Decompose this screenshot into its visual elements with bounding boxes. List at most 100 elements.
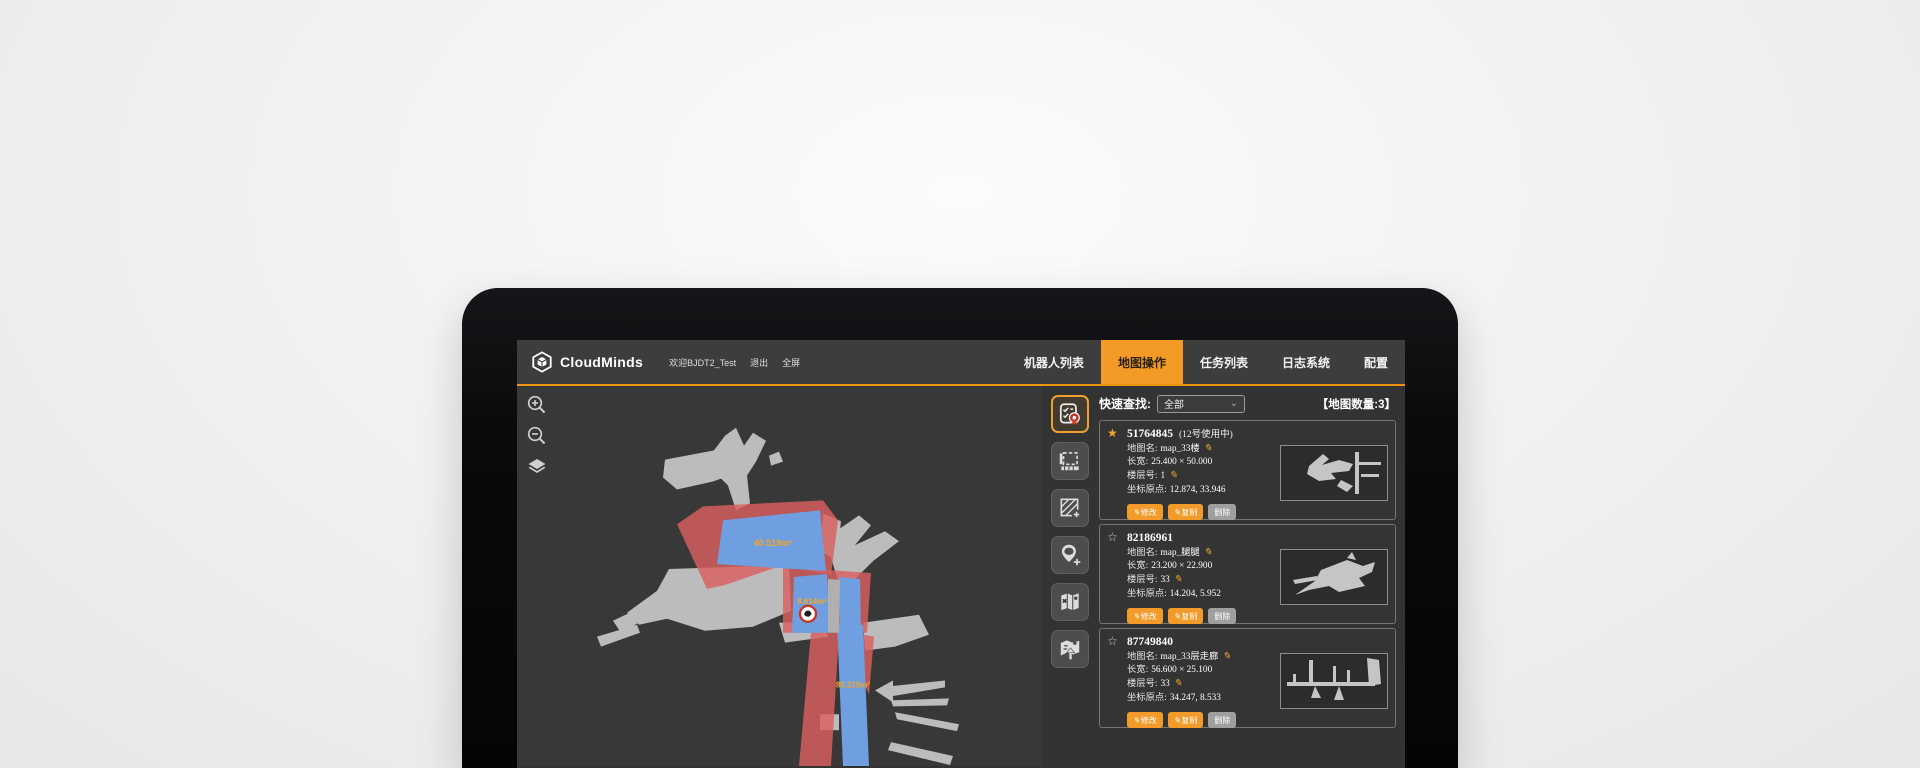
star-icon[interactable]: ☆ <box>1107 530 1121 545</box>
field-label: 地图名: <box>1127 547 1157 560</box>
cloudminds-logo-icon <box>531 351 553 373</box>
map-id: 87749840 <box>1127 636 1173 648</box>
floor-number-value: 33 <box>1160 678 1169 691</box>
main-nav: 机器人列表 地图操作 任务列表 日志系统 配置 <box>1007 340 1405 384</box>
delete-map-button[interactable]: 删除 <box>1208 712 1236 728</box>
field-label: 地图名: <box>1127 651 1157 664</box>
edit-icon: ✎ <box>1133 508 1140 517</box>
map-id: 82186961 <box>1127 532 1173 544</box>
area-label-2: 8.614m² <box>797 597 827 606</box>
robot-marker[interactable] <box>800 606 816 622</box>
modify-map-button[interactable]: ✎修改 <box>1127 504 1163 520</box>
toolbar-add-hatch-region-button[interactable] <box>1051 489 1089 527</box>
tab-task-list[interactable]: 任务列表 <box>1183 340 1265 384</box>
floor-number-value: 1 <box>1160 470 1165 483</box>
quick-search-label: 快速查找: <box>1099 395 1151 412</box>
map-name-value: map_33楼 <box>1160 443 1199 456</box>
edit-icon[interactable]: ✎ <box>1204 546 1212 559</box>
field-label: 坐标原点: <box>1127 484 1167 497</box>
header-bar: CloudMinds 欢迎BJDT2_Test 退出 全屏 机器人列表 地图操作… <box>517 340 1405 386</box>
map-count-label: 【地图数量:3】 <box>1317 396 1396 412</box>
add-point-icon <box>1057 542 1083 568</box>
toolbar-upload-map-button[interactable] <box>1051 630 1089 668</box>
edit-icon[interactable]: ✎ <box>1204 442 1212 455</box>
map-name-value: map_腿腿 <box>1160 547 1199 560</box>
edit-icon: ✎ <box>1133 716 1140 725</box>
logout-link[interactable]: 退出 <box>750 356 768 369</box>
map-id: 51764845 <box>1127 428 1173 440</box>
zoom-in-button[interactable] <box>526 394 548 416</box>
map-card-1: ★ 51764845 (12号使用中) 地图名:map_33楼✎ 长宽:25.4… <box>1099 420 1396 520</box>
tab-robot-list[interactable]: 机器人列表 <box>1007 340 1101 384</box>
map-size-value: 23.200 × 22.900 <box>1151 560 1212 573</box>
origin-value: 12.874, 33.946 <box>1170 484 1226 497</box>
map-thumbnail[interactable] <box>1280 445 1388 501</box>
tab-configuration[interactable]: 配置 <box>1347 340 1405 384</box>
modify-map-button[interactable]: ✎修改 <box>1127 608 1163 624</box>
remove-map-point-icon <box>1057 589 1083 615</box>
field-label: 坐标原点: <box>1127 588 1167 601</box>
map-size-value: 25.400 × 50.000 <box>1151 456 1212 469</box>
task-route-map-icon <box>1057 401 1083 427</box>
edit-icon: ✎ <box>1174 716 1181 725</box>
area-label-3: 80.215m² <box>836 680 871 689</box>
star-icon[interactable]: ☆ <box>1107 634 1121 649</box>
edit-icon[interactable]: ✎ <box>1169 469 1177 482</box>
edit-icon: ✎ <box>1174 612 1181 621</box>
toolbar-add-point-button[interactable] <box>1051 536 1089 574</box>
map-canvas[interactable]: 40.519m² 8.614m² 80.215m² <box>517 386 1043 766</box>
upload-map-icon <box>1057 636 1083 662</box>
tab-map-operations[interactable]: 地图操作 <box>1101 340 1183 384</box>
edit-icon: ✎ <box>1174 508 1181 517</box>
welcome-text: 欢迎BJDT2_Test <box>669 356 736 369</box>
field-label: 地图名: <box>1127 443 1157 456</box>
edit-icon[interactable]: ✎ <box>1222 650 1230 663</box>
field-label: 长宽: <box>1127 560 1148 573</box>
map-zoom-controls <box>526 394 548 478</box>
area-label-1: 40.519m² <box>754 538 793 548</box>
measure-region-icon <box>1057 448 1083 474</box>
toolbar-task-route-map-button[interactable] <box>1051 395 1089 433</box>
brand: CloudMinds <box>531 340 643 384</box>
edit-icon[interactable]: ✎ <box>1174 677 1182 690</box>
brand-name: CloudMinds <box>560 354 643 370</box>
edit-icon[interactable]: ✎ <box>1174 573 1182 586</box>
map-card-3: ☆ 87749840 地图名:map_33层走廊✎ 长宽:56.600 × 25… <box>1099 628 1396 728</box>
fullscreen-link[interactable]: 全屏 <box>782 356 800 369</box>
copy-map-button[interactable]: ✎复制 <box>1168 712 1204 728</box>
field-label: 坐标原点: <box>1127 692 1167 705</box>
toolbar-remove-map-point-button[interactable] <box>1051 583 1089 621</box>
map-list-panel: 快速查找: 全部 ⌄ 【地图数量:3】 ★ 51764845 (12号使用中) <box>1097 386 1405 766</box>
floor-number-value: 33 <box>1160 574 1169 587</box>
zoom-out-button[interactable] <box>526 425 548 447</box>
laptop-frame: CloudMinds 欢迎BJDT2_Test 退出 全屏 机器人列表 地图操作… <box>462 288 1458 768</box>
layers-button[interactable] <box>526 456 548 478</box>
app-screen: CloudMinds 欢迎BJDT2_Test 退出 全屏 机器人列表 地图操作… <box>517 340 1405 768</box>
add-hatch-region-icon <box>1057 495 1083 521</box>
star-icon[interactable]: ★ <box>1107 426 1121 441</box>
origin-value: 34.247, 8.533 <box>1170 692 1221 705</box>
tab-log-system[interactable]: 日志系统 <box>1265 340 1347 384</box>
occupancy-grid-map[interactable]: 40.519m² 8.614m² 80.215m² <box>517 386 1043 766</box>
map-name-value: map_33层走廊 <box>1160 651 1218 664</box>
map-thumbnail[interactable] <box>1280 549 1388 605</box>
delete-map-button[interactable]: 删除 <box>1208 608 1236 624</box>
modify-map-button[interactable]: ✎修改 <box>1127 712 1163 728</box>
map-toolbar <box>1043 386 1097 766</box>
page-background: CloudMinds 欢迎BJDT2_Test 退出 全屏 机器人列表 地图操作… <box>0 0 1920 768</box>
copy-map-button[interactable]: ✎复制 <box>1168 608 1204 624</box>
map-filter-value: 全部 <box>1164 396 1230 411</box>
field-label: 楼层号: <box>1127 470 1157 483</box>
field-label: 长宽: <box>1127 456 1148 469</box>
delete-map-button[interactable]: 删除 <box>1208 504 1236 520</box>
map-filter-dropdown[interactable]: 全部 ⌄ <box>1157 395 1245 413</box>
field-label: 楼层号: <box>1127 574 1157 587</box>
map-thumbnail[interactable] <box>1280 653 1388 709</box>
toolbar-measure-region-button[interactable] <box>1051 442 1089 480</box>
origin-value: 14.204, 5.952 <box>1170 588 1221 601</box>
field-label: 长宽: <box>1127 664 1148 677</box>
chevron-down-icon: ⌄ <box>1230 399 1238 409</box>
field-label: 楼层号: <box>1127 678 1157 691</box>
edit-icon: ✎ <box>1133 612 1140 621</box>
copy-map-button[interactable]: ✎复制 <box>1168 504 1204 520</box>
